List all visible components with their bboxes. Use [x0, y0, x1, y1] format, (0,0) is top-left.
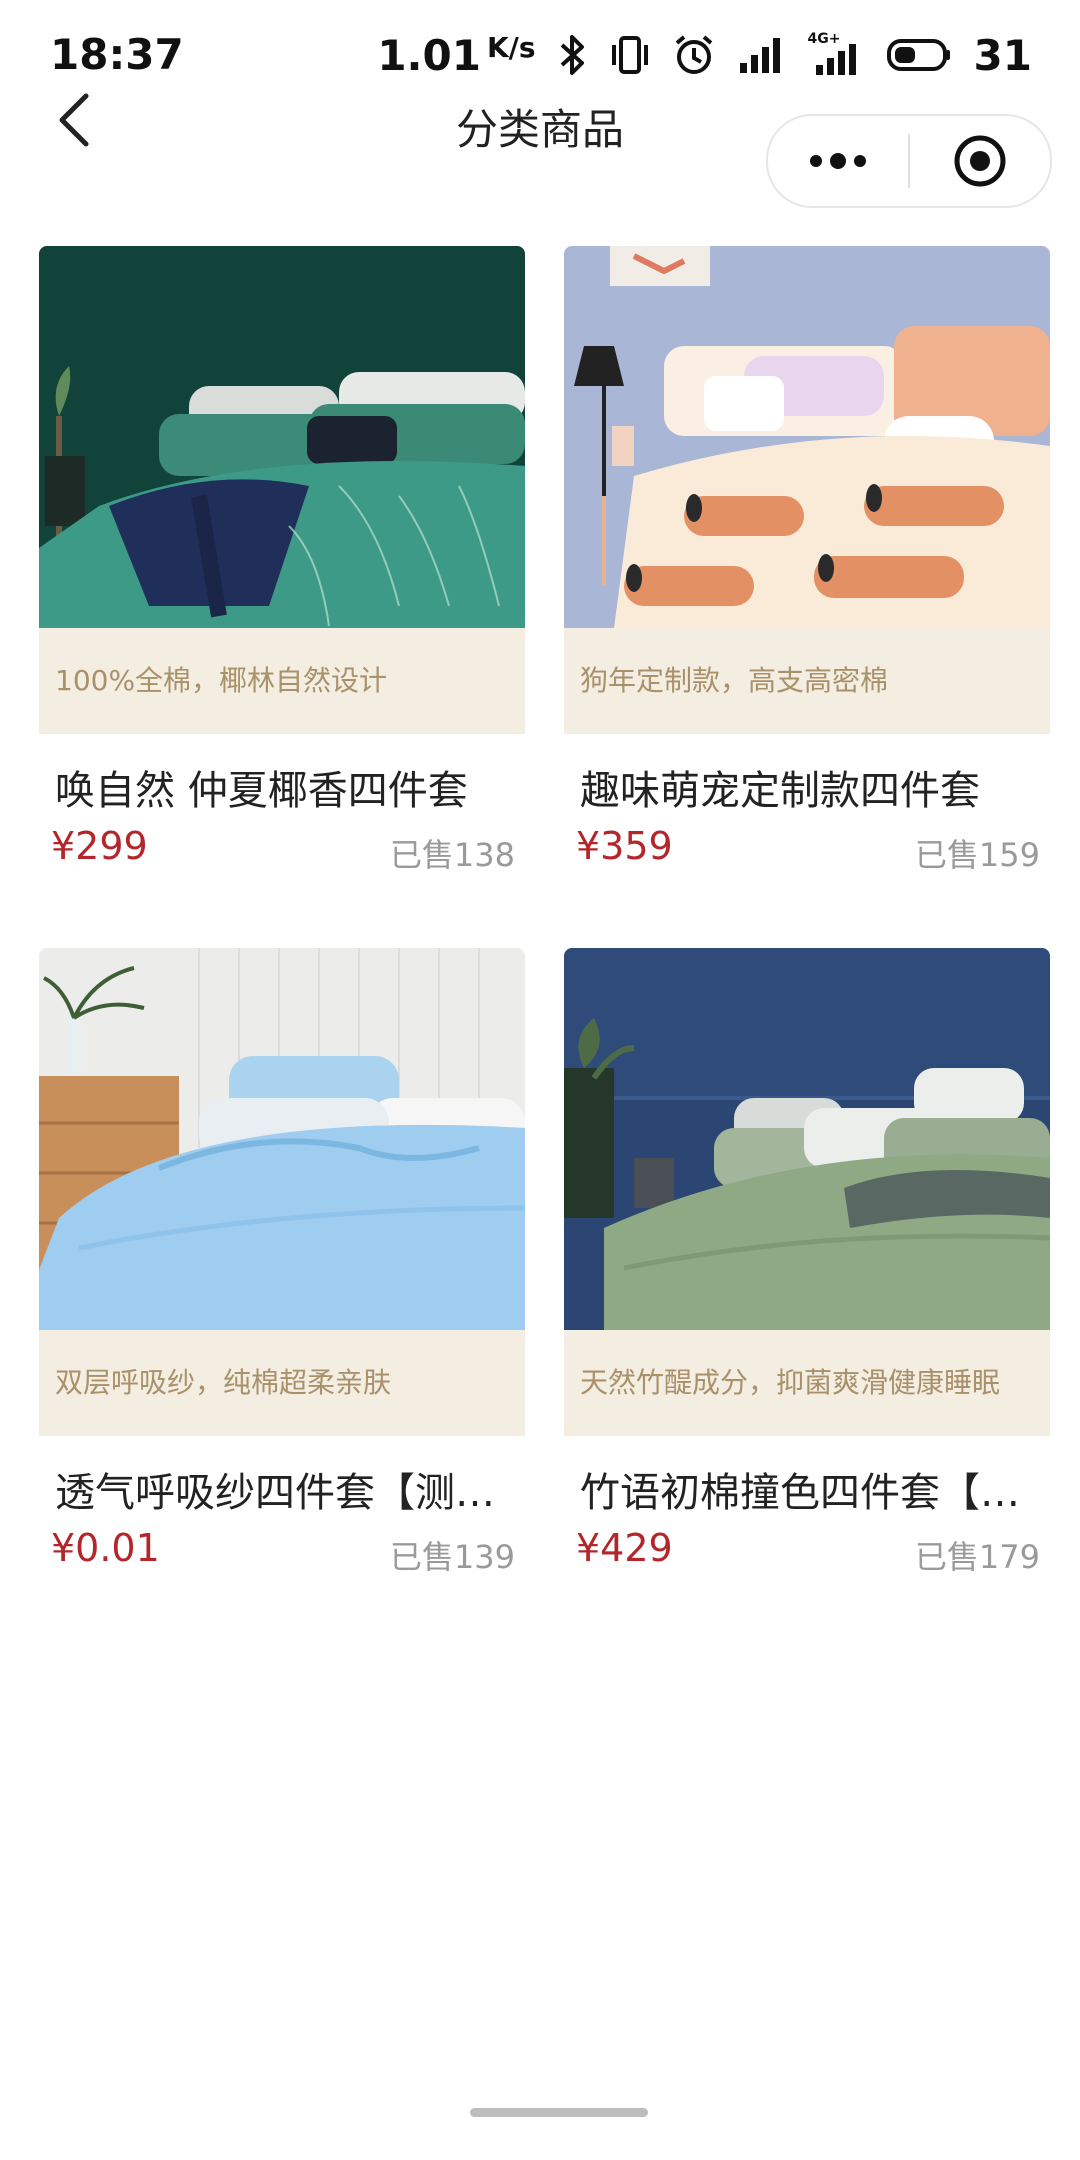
product-tagline: 天然竹醍成分，抑菌爽滑健康睡眠	[564, 1330, 1050, 1436]
product-price: ¥429	[576, 1526, 673, 1570]
product-card[interactable]: 狗年定制款，高支高密棉 趣味萌宠定制款四件套 ¥359 已售159	[564, 246, 1050, 878]
product-card[interactable]: 天然竹醍成分，抑菌爽滑健康睡眠 竹语初棉撞色四件套【… ¥429 已售179	[564, 948, 1050, 1580]
product-name[interactable]: 唤自然 仲夏椰香四件套	[55, 758, 515, 816]
product-price: ¥0.01	[51, 1526, 160, 1570]
product-name[interactable]: 透气呼吸纱四件套【测…	[55, 1460, 515, 1518]
product-price: ¥299	[51, 824, 148, 868]
product-sold-count: 已售159	[914, 836, 1040, 874]
product-image[interactable]	[564, 948, 1050, 1330]
product-sold-count: 已售139	[389, 1538, 515, 1576]
product-name[interactable]: 趣味萌宠定制款四件套	[580, 758, 1040, 816]
product-card[interactable]: 100%全棉，椰林自然设计 唤自然 仲夏椰香四件套 ¥299 已售138	[39, 246, 525, 878]
product-tagline: 100%全棉，椰林自然设计	[39, 628, 525, 734]
product-image[interactable]	[39, 948, 525, 1330]
product-price: ¥359	[576, 824, 673, 868]
home-indicator[interactable]	[470, 2108, 648, 2117]
product-image[interactable]	[564, 246, 1050, 628]
product-sold-count: 已售179	[914, 1538, 1040, 1576]
product-sold-count: 已售138	[389, 836, 515, 874]
product-tagline: 狗年定制款，高支高密棉	[564, 628, 1050, 734]
product-grid: 100%全棉，椰林自然设计 唤自然 仲夏椰香四件套 ¥299 已售138 狗年定…	[0, 0, 1080, 2160]
product-tagline: 双层呼吸纱，纯棉超柔亲肤	[39, 1330, 525, 1436]
product-card[interactable]: 双层呼吸纱，纯棉超柔亲肤 透气呼吸纱四件套【测… ¥0.01 已售139	[39, 948, 525, 1580]
product-name[interactable]: 竹语初棉撞色四件套【…	[580, 1460, 1040, 1518]
product-image[interactable]	[39, 246, 525, 628]
